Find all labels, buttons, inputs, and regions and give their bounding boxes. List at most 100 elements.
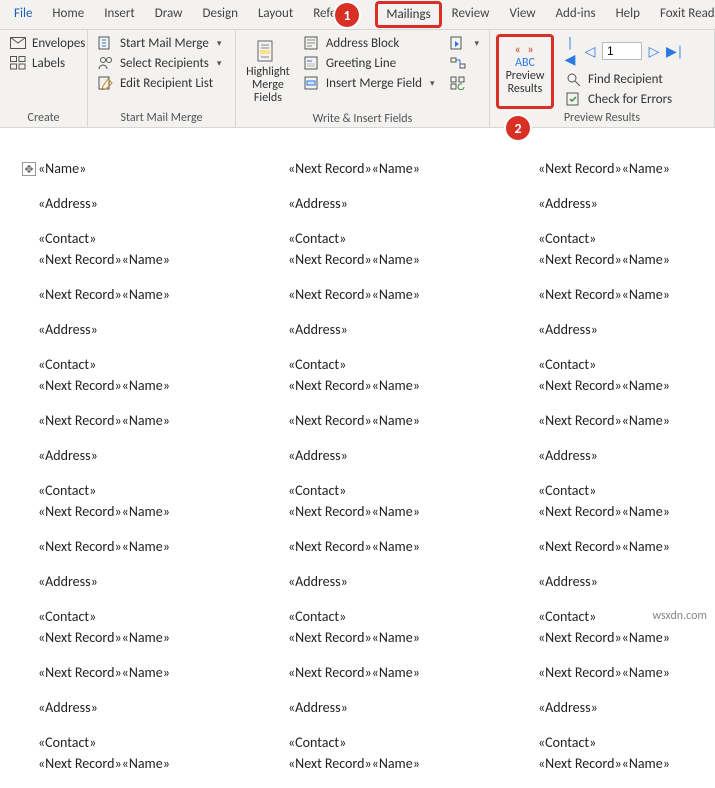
label-field: «Contact» bbox=[30, 354, 280, 375]
group-write-insert: Highlight Merge Fields Address Block Gre… bbox=[236, 30, 490, 127]
label-field bbox=[530, 179, 710, 193]
label-field bbox=[30, 340, 280, 354]
next-record-button[interactable]: ▷ bbox=[646, 43, 662, 60]
address-block-icon bbox=[304, 35, 320, 51]
label-field: «Next Record»«Name» bbox=[280, 410, 530, 431]
highlight-label: Highlight Merge Fields bbox=[244, 66, 292, 106]
preview-results-button[interactable]: « » ABC Preview Results bbox=[501, 39, 549, 101]
highlight-merge-fields-button[interactable]: Highlight Merge Fields bbox=[242, 34, 294, 110]
label-field bbox=[280, 466, 530, 480]
label-field: «Address» bbox=[530, 193, 710, 214]
group-create-label: Create bbox=[6, 109, 81, 127]
label-field: «Next Record»«Name» bbox=[280, 662, 530, 683]
greeting-line-label: Greeting Line bbox=[326, 56, 396, 71]
preview-arrows-icon: « » bbox=[514, 43, 535, 57]
label-field: «Address» bbox=[530, 571, 710, 592]
tab-foxit[interactable]: Foxit Reader PD bbox=[650, 0, 715, 29]
envelopes-button[interactable]: Envelopes bbox=[6, 34, 89, 52]
tab-view[interactable]: View bbox=[499, 0, 545, 29]
label-field: «Contact» bbox=[280, 354, 530, 375]
watermark: wsxdn.com bbox=[652, 609, 707, 623]
tab-help[interactable]: Help bbox=[606, 0, 650, 29]
select-recipients-icon bbox=[98, 55, 114, 71]
label-field: «Next Record»«Name» bbox=[530, 375, 710, 396]
label-field bbox=[280, 340, 530, 354]
greeting-line-button[interactable]: Greeting Line bbox=[300, 54, 439, 72]
find-recipient-button[interactable]: Find Recipient bbox=[562, 70, 682, 88]
step-badge-2: 2 bbox=[506, 116, 530, 140]
start-mail-merge-button[interactable]: Start Mail Merge ▾ bbox=[94, 34, 225, 52]
update-labels-button[interactable] bbox=[446, 74, 483, 92]
tab-layout[interactable]: Layout bbox=[248, 0, 303, 29]
highlight-icon bbox=[254, 38, 282, 66]
label-field: «Contact» bbox=[530, 228, 710, 249]
label-field: «Next Record»«Name» bbox=[280, 753, 530, 774]
label-field bbox=[280, 718, 530, 732]
chevron-down-icon: ▾ bbox=[474, 38, 479, 49]
prev-record-button[interactable]: ◁ bbox=[582, 43, 598, 60]
match-fields-icon bbox=[450, 55, 466, 71]
label-field: «Next Record»«Name» bbox=[280, 158, 530, 179]
check-errors-icon bbox=[566, 91, 582, 107]
update-labels-icon bbox=[450, 75, 466, 91]
label-field: «Next Record»«Name» bbox=[30, 536, 280, 557]
address-block-label: Address Block bbox=[326, 36, 399, 51]
label-field: «Address» bbox=[30, 571, 280, 592]
last-record-button[interactable]: ▶| bbox=[666, 43, 682, 60]
tab-mailings[interactable]: Mailings bbox=[375, 1, 441, 28]
edit-recipient-label: Edit Recipient List bbox=[120, 76, 213, 91]
label-field bbox=[280, 214, 530, 228]
find-recipient-icon bbox=[566, 71, 582, 87]
label-field: «Name» bbox=[30, 158, 280, 179]
label-field: «Next Record»«Name» bbox=[30, 375, 280, 396]
label-field: «Address» bbox=[280, 445, 530, 466]
label-field: «Next Record»«Name» bbox=[30, 662, 280, 683]
label-field: «Next Record»«Name» bbox=[280, 375, 530, 396]
label-field: «Next Record»«Name» bbox=[30, 753, 280, 774]
label-field: «Address» bbox=[530, 445, 710, 466]
group-preview-results: « » ABC Preview Results |◀ ◁ ▷ ▶| Find R… bbox=[490, 30, 715, 127]
label-field: «Next Record»«Name» bbox=[30, 627, 280, 648]
ribbon-tabs: File Home Insert Draw Design Layout Refe… bbox=[0, 0, 715, 30]
address-block-button[interactable]: Address Block bbox=[300, 34, 439, 52]
tab-addins[interactable]: Add-ins bbox=[546, 0, 606, 29]
tab-review[interactable]: Review bbox=[442, 0, 500, 29]
labels-icon bbox=[10, 55, 26, 71]
mail-merge-labels-table: «Name»«Next Record»«Name»«Next Record»«N… bbox=[30, 158, 710, 788]
match-fields-button[interactable] bbox=[446, 54, 483, 72]
tab-home[interactable]: Home bbox=[42, 0, 94, 29]
label-field bbox=[530, 340, 710, 354]
label-field bbox=[530, 592, 710, 606]
tab-insert[interactable]: Insert bbox=[94, 0, 145, 29]
insert-merge-field-button[interactable]: Insert Merge Field ▾ bbox=[300, 74, 439, 92]
label-field: «Next Record»«Name» bbox=[530, 249, 710, 270]
record-number-input[interactable] bbox=[602, 42, 642, 60]
tab-design[interactable]: Design bbox=[192, 0, 247, 29]
group-start-mail-merge: Start Mail Merge ▾ Select Recipients ▾ E… bbox=[88, 30, 236, 127]
label-field: «Contact» bbox=[530, 480, 710, 501]
chevron-down-icon: ▾ bbox=[217, 58, 222, 69]
edit-recipient-list-button[interactable]: Edit Recipient List bbox=[94, 74, 225, 92]
label-field: «Address» bbox=[530, 697, 710, 718]
select-recipients-button[interactable]: Select Recipients ▾ bbox=[94, 54, 225, 72]
label-field bbox=[280, 431, 530, 445]
table-move-handle[interactable]: ✥ bbox=[22, 162, 36, 176]
label-field bbox=[530, 466, 710, 480]
label-field bbox=[530, 305, 710, 319]
check-errors-button[interactable]: Check for Errors bbox=[562, 90, 682, 108]
label-field bbox=[530, 431, 710, 445]
document-area: ✥ «Name»«Next Record»«Name»«Next Record»… bbox=[0, 128, 715, 627]
label-field: «Address» bbox=[280, 319, 530, 340]
label-field: «Contact» bbox=[30, 606, 280, 627]
tab-file[interactable]: File bbox=[4, 0, 42, 29]
first-record-button[interactable]: |◀ bbox=[562, 34, 578, 68]
rules-button[interactable]: ▾ bbox=[446, 34, 483, 52]
label-field bbox=[280, 683, 530, 697]
chevron-down-icon: ▾ bbox=[430, 78, 435, 89]
chevron-down-icon: ▾ bbox=[217, 38, 222, 49]
label-field: «Next Record»«Name» bbox=[530, 536, 710, 557]
label-field: «Next Record»«Name» bbox=[280, 501, 530, 522]
labels-label: Labels bbox=[32, 56, 65, 71]
tab-draw[interactable]: Draw bbox=[145, 0, 193, 29]
labels-button[interactable]: Labels bbox=[6, 54, 89, 72]
